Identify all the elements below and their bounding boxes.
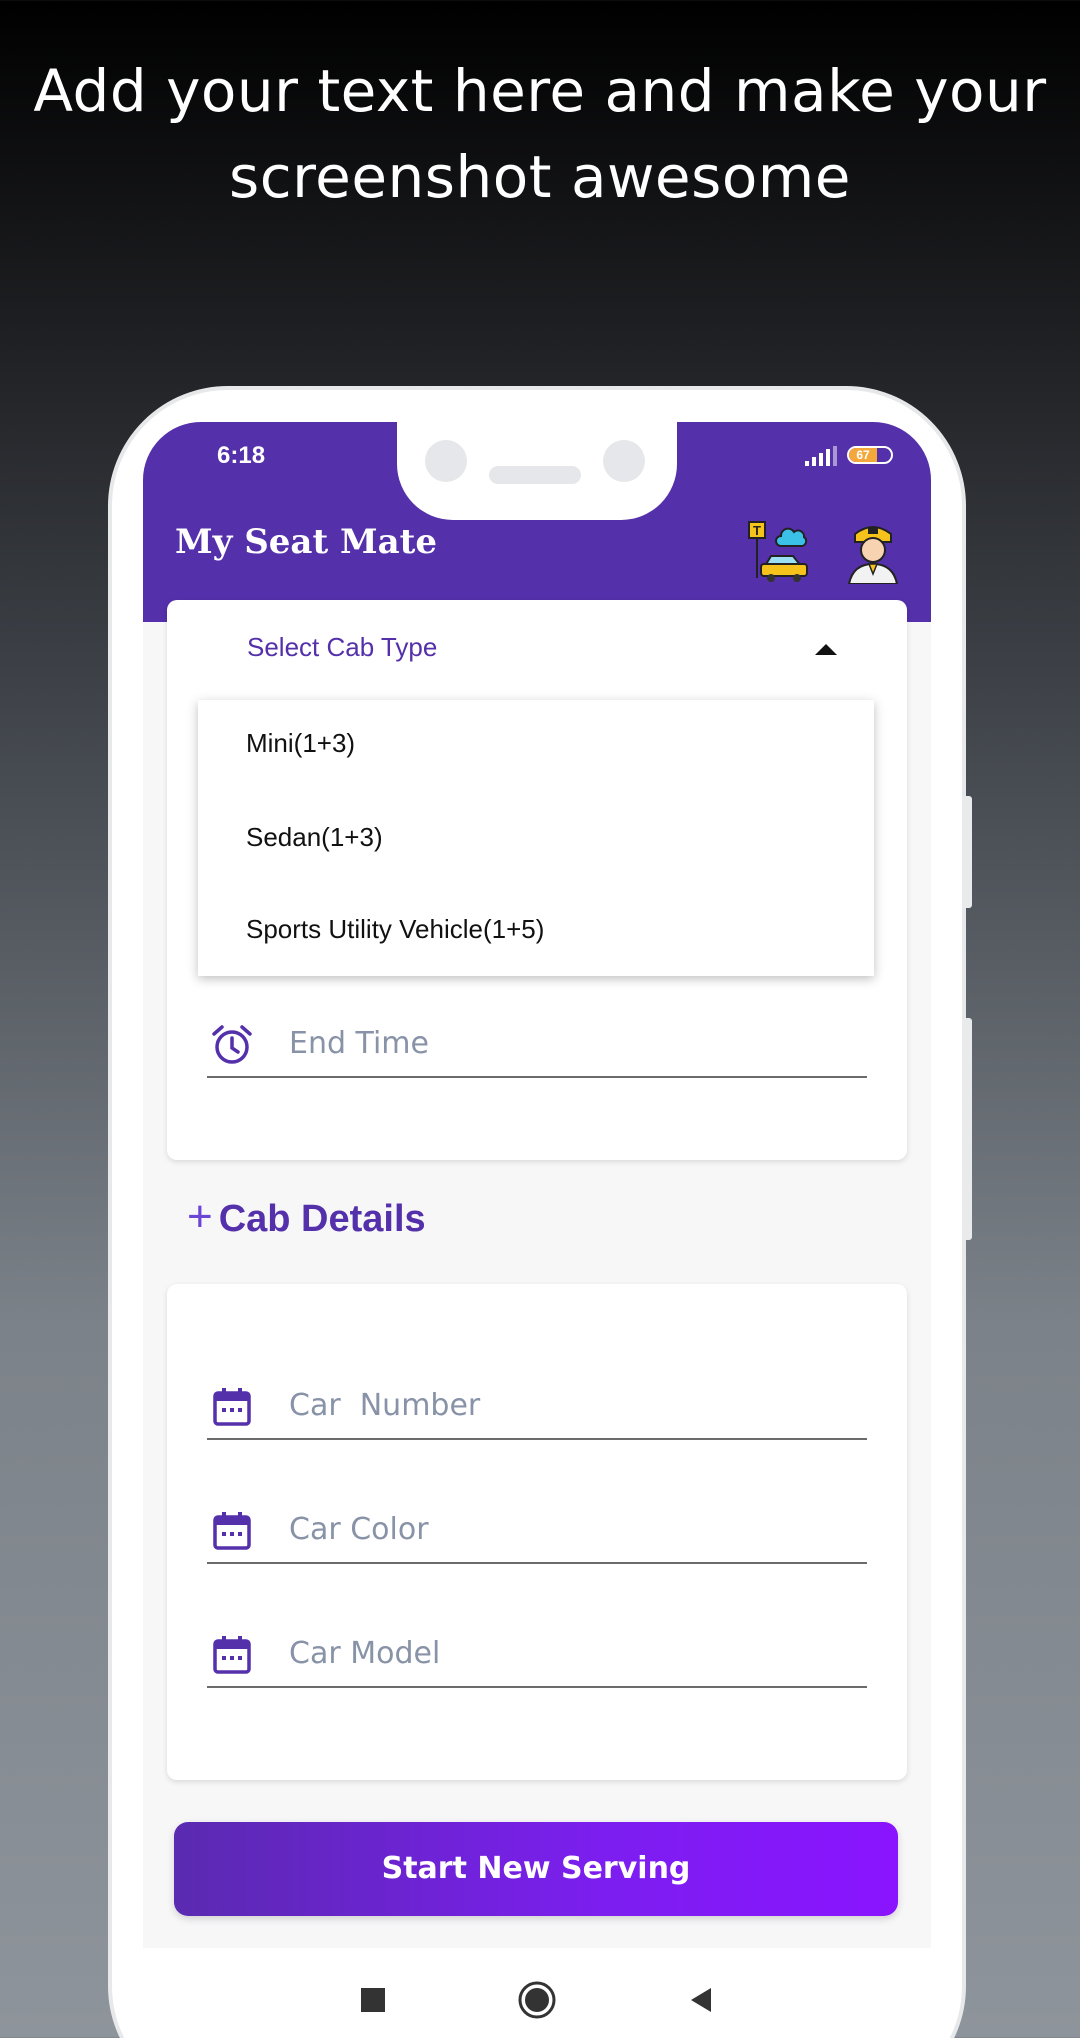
promo-caption: Add your text here and make your screens… [0, 48, 1080, 220]
dropdown-option-mini[interactable]: Mini(1+3) [246, 728, 355, 759]
driver-avatar-icon[interactable] [841, 520, 905, 584]
volume-button [962, 796, 972, 908]
calendar-icon [213, 1512, 251, 1550]
dropdown-caret-icon[interactable] [815, 644, 837, 655]
cab-type-dropdown: Mini(1+3) Sedan(1+3) Sports Utility Vehi… [198, 700, 874, 976]
back-icon[interactable] [679, 1978, 723, 2022]
cab-details-title: Cab Details [218, 1198, 426, 1240]
app-bar: 6:18 67 My Seat Mate T [143, 422, 931, 622]
car-model-placeholder: Car Model [289, 1636, 441, 1671]
calendar-icon [213, 1388, 251, 1426]
start-new-serving-button[interactable]: Start New Serving [174, 1822, 898, 1916]
cab-type-select-label[interactable]: Select Cab Type [247, 632, 437, 663]
calendar-icon [213, 1636, 251, 1674]
alarm-clock-icon [212, 1025, 252, 1064]
signal-icon [805, 446, 837, 466]
battery-level: 67 [849, 448, 878, 462]
status-time: 6:18 [217, 442, 266, 469]
car-number-placeholder: Car Number [289, 1388, 481, 1423]
promo-line-2: screenshot awesome [229, 143, 851, 211]
svg-text:T: T [753, 523, 761, 538]
car-model-field[interactable]: Car Model [207, 1618, 867, 1688]
dropdown-option-sedan[interactable]: Sedan(1+3) [246, 822, 383, 853]
system-nav-bar [143, 1948, 931, 2038]
cab-details-card: Car Number Car Color Car Model [167, 1284, 907, 1780]
phone-screen: 6:18 67 My Seat Mate T Select Cab Type E… [143, 422, 931, 2038]
power-button [962, 1018, 972, 1240]
battery-icon: 67 [847, 446, 893, 464]
earpiece-speaker [489, 466, 581, 484]
end-time-field[interactable]: End Time [207, 1008, 867, 1078]
front-camera [425, 440, 467, 482]
cab-details-header[interactable]: + Cab Details [187, 1192, 426, 1242]
car-color-placeholder: Car Color [289, 1512, 429, 1547]
car-number-field[interactable]: Car Number [207, 1370, 867, 1440]
home-icon[interactable] [515, 1978, 559, 2022]
end-time-placeholder: End Time [289, 1026, 429, 1061]
taxi-stand-icon[interactable]: T [747, 520, 811, 584]
dropdown-option-suv[interactable]: Sports Utility Vehicle(1+5) [246, 914, 544, 945]
plus-icon: + [187, 1192, 213, 1241]
front-sensor [603, 440, 645, 482]
car-color-field[interactable]: Car Color [207, 1494, 867, 1564]
camera-notch [397, 422, 677, 520]
recents-icon[interactable] [351, 1978, 395, 2022]
app-title: My Seat Mate [175, 522, 437, 562]
promo-line-1: Add your text here and make your [33, 57, 1047, 125]
